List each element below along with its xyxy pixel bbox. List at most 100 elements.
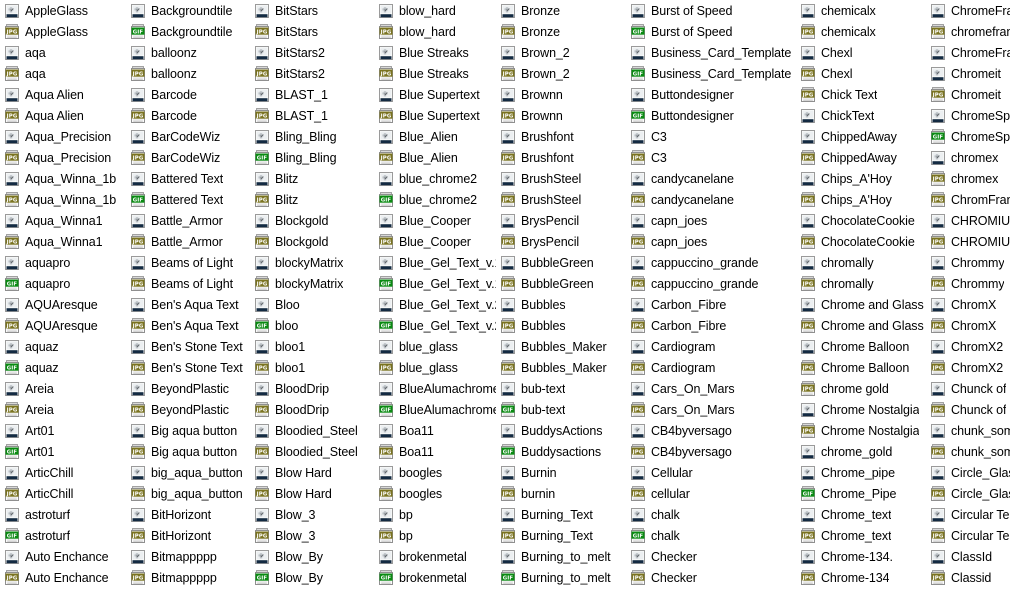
file-list-item[interactable]: GIF Bling_Bling	[250, 147, 374, 168]
file-list-item[interactable]: ChromeFra	[926, 0, 1010, 21]
file-list-item[interactable]: ChromX2	[926, 336, 1010, 357]
file-list-item[interactable]: Bubbles_Maker	[496, 336, 626, 357]
file-list-item[interactable]: JPG Blue Streaks	[374, 63, 496, 84]
file-list-item[interactable]: Burst of Speed	[626, 0, 796, 21]
file-list-item[interactable]: Chunck of	[926, 378, 1010, 399]
file-list-item[interactable]: Art01	[0, 420, 126, 441]
file-list-item[interactable]: JPG Chrome and Glass	[796, 315, 926, 336]
file-list-item[interactable]: Auto Enchance	[0, 546, 126, 567]
file-list-item[interactable]: aqa	[0, 42, 126, 63]
file-list-item[interactable]: JPG ChromX	[926, 315, 1010, 336]
file-list-item[interactable]: Checker	[626, 546, 796, 567]
file-list-item[interactable]: chromally	[796, 252, 926, 273]
file-list-item[interactable]: Bronze	[496, 0, 626, 21]
file-list-item[interactable]: JPG BitStars2	[250, 63, 374, 84]
file-list-item[interactable]: JPG Cars_On_Mars	[626, 399, 796, 420]
file-list-item[interactable]: JPG BubbleGreen	[496, 273, 626, 294]
file-list-item[interactable]: Blue_Cooper	[374, 210, 496, 231]
file-list-item[interactable]: candycanelane	[626, 168, 796, 189]
file-list-item[interactable]: GIF aquaz	[0, 357, 126, 378]
file-list-item[interactable]: bp	[374, 504, 496, 525]
file-list-item[interactable]: Chrome and Glass	[796, 294, 926, 315]
file-list-item[interactable]: JPG ChocolateCookie	[796, 231, 926, 252]
file-list-item[interactable]: JPG Burning_Text	[496, 525, 626, 546]
file-list-item[interactable]: JPG Chrommy	[926, 273, 1010, 294]
file-list-item[interactable]: JPG AppleGlass	[0, 21, 126, 42]
file-list-item[interactable]: JPG CB4byversago	[626, 441, 796, 462]
file-list-item[interactable]: JPG cellular	[626, 483, 796, 504]
file-list-item[interactable]: Cellular	[626, 462, 796, 483]
file-list-item[interactable]: Beams of Light	[126, 252, 250, 273]
file-list-item[interactable]: JPG Boa11	[374, 441, 496, 462]
file-list-item[interactable]: JPG ChromX2	[926, 357, 1010, 378]
file-list-item[interactable]: Blue Streaks	[374, 42, 496, 63]
file-list-item[interactable]: chalk	[626, 504, 796, 525]
file-list-item[interactable]: Aqua_Precision	[0, 126, 126, 147]
file-list-item[interactable]: Blue_Gel_Text_v.1	[374, 252, 496, 273]
file-list-item[interactable]: JPG BrysPencil	[496, 231, 626, 252]
file-list-item[interactable]: chromex	[926, 147, 1010, 168]
file-list-item[interactable]: JPG ChippedAway	[796, 147, 926, 168]
file-list-item[interactable]: BrushSteel	[496, 168, 626, 189]
file-list-item[interactable]: JPG C3	[626, 147, 796, 168]
file-list-item[interactable]: JPG ArticChill	[0, 483, 126, 504]
file-list-item[interactable]: JPG Barcode	[126, 105, 250, 126]
file-list-item[interactable]: ChromeFra	[926, 42, 1010, 63]
file-list-item[interactable]: Boa11	[374, 420, 496, 441]
file-list-item[interactable]: JPG Bloodied_Steel	[250, 441, 374, 462]
file-list-item[interactable]: BLAST_1	[250, 84, 374, 105]
file-list-item[interactable]: Brownn	[496, 84, 626, 105]
file-list-item[interactable]: BeyondPlastic	[126, 378, 250, 399]
file-list-item[interactable]: ChickText	[796, 105, 926, 126]
file-list-item[interactable]: GIF brokenmetal	[374, 567, 496, 588]
file-list-item[interactable]: GIF BlueAlumachrome	[374, 399, 496, 420]
file-list-item[interactable]: JPG BitHorizont	[126, 525, 250, 546]
file-list-item[interactable]: JPG Blue Supertext	[374, 105, 496, 126]
file-list-item[interactable]: JPG BLAST_1	[250, 105, 374, 126]
file-list-item[interactable]: Circular Te	[926, 504, 1010, 525]
file-list-item[interactable]: Blow Hard	[250, 462, 374, 483]
file-list-item[interactable]: Brown_2	[496, 42, 626, 63]
file-list-item[interactable]: Cardiogram	[626, 336, 796, 357]
file-list-item[interactable]: GIF blue_chrome2	[374, 189, 496, 210]
file-list-item[interactable]: JPG AQUAresque	[0, 315, 126, 336]
file-list-item[interactable]: Chrommy	[926, 252, 1010, 273]
file-list-item[interactable]: JPG Aqua_Winna1	[0, 231, 126, 252]
file-list-item[interactable]: JPG Chrome_text	[796, 525, 926, 546]
file-list-item[interactable]: GIF Blue_Gel_Text_v.1	[374, 273, 496, 294]
file-list-item[interactable]: JPG Chrome Balloon	[796, 357, 926, 378]
file-list-item[interactable]: Carbon_Fibre	[626, 294, 796, 315]
file-list-item[interactable]: JPG Bronze	[496, 21, 626, 42]
file-list-item[interactable]: blow_hard	[374, 0, 496, 21]
file-list-item[interactable]: JPG blue_glass	[374, 357, 496, 378]
file-list-item[interactable]: Chrome Nostalgia	[796, 399, 926, 420]
file-list-item[interactable]: JPG cappuccino_grande	[626, 273, 796, 294]
file-list-item[interactable]: JPG Chromeit	[926, 84, 1010, 105]
file-list-item[interactable]: BlueAlumachrome	[374, 378, 496, 399]
file-list-item[interactable]: aquaz	[0, 336, 126, 357]
file-list-item[interactable]: Aqua_Winna1	[0, 210, 126, 231]
file-list-item[interactable]: JPG blow_hard	[374, 21, 496, 42]
file-list-item[interactable]: astroturf	[0, 504, 126, 525]
file-list-item[interactable]: capn_joes	[626, 210, 796, 231]
file-list-item[interactable]: JPG Bubbles	[496, 315, 626, 336]
file-list-item[interactable]: ClassId	[926, 546, 1010, 567]
file-list-item[interactable]: GIF Burning_to_melt	[496, 567, 626, 588]
file-list-item[interactable]: JPG Classid	[926, 567, 1010, 588]
file-list-item[interactable]: blue_glass	[374, 336, 496, 357]
file-list-item[interactable]: JPG chunk_som	[926, 441, 1010, 462]
file-list-item[interactable]: ChocolateCookie	[796, 210, 926, 231]
file-list-item[interactable]: Ben's Aqua Text	[126, 294, 250, 315]
file-list-item[interactable]: JPG Blue_Alien	[374, 147, 496, 168]
file-list-item[interactable]: Blockgold	[250, 210, 374, 231]
file-list-item[interactable]: GIF Blue_Gel_Text_v.2	[374, 315, 496, 336]
file-list-item[interactable]: ArticChill	[0, 462, 126, 483]
file-list-item[interactable]: Areia	[0, 378, 126, 399]
file-list-item[interactable]: JPG Beams of Light	[126, 273, 250, 294]
file-list-item[interactable]: Ben's Stone Text	[126, 336, 250, 357]
file-list-item[interactable]: chrome_gold	[796, 441, 926, 462]
file-list-item[interactable]: JPG Aqua_Precision	[0, 147, 126, 168]
file-list-item[interactable]: JPG Chrome Nostalgia	[796, 420, 926, 441]
file-list-item[interactable]: JPG Auto Enchance	[0, 567, 126, 588]
file-list-item[interactable]: Aqua_Winna_1b	[0, 168, 126, 189]
